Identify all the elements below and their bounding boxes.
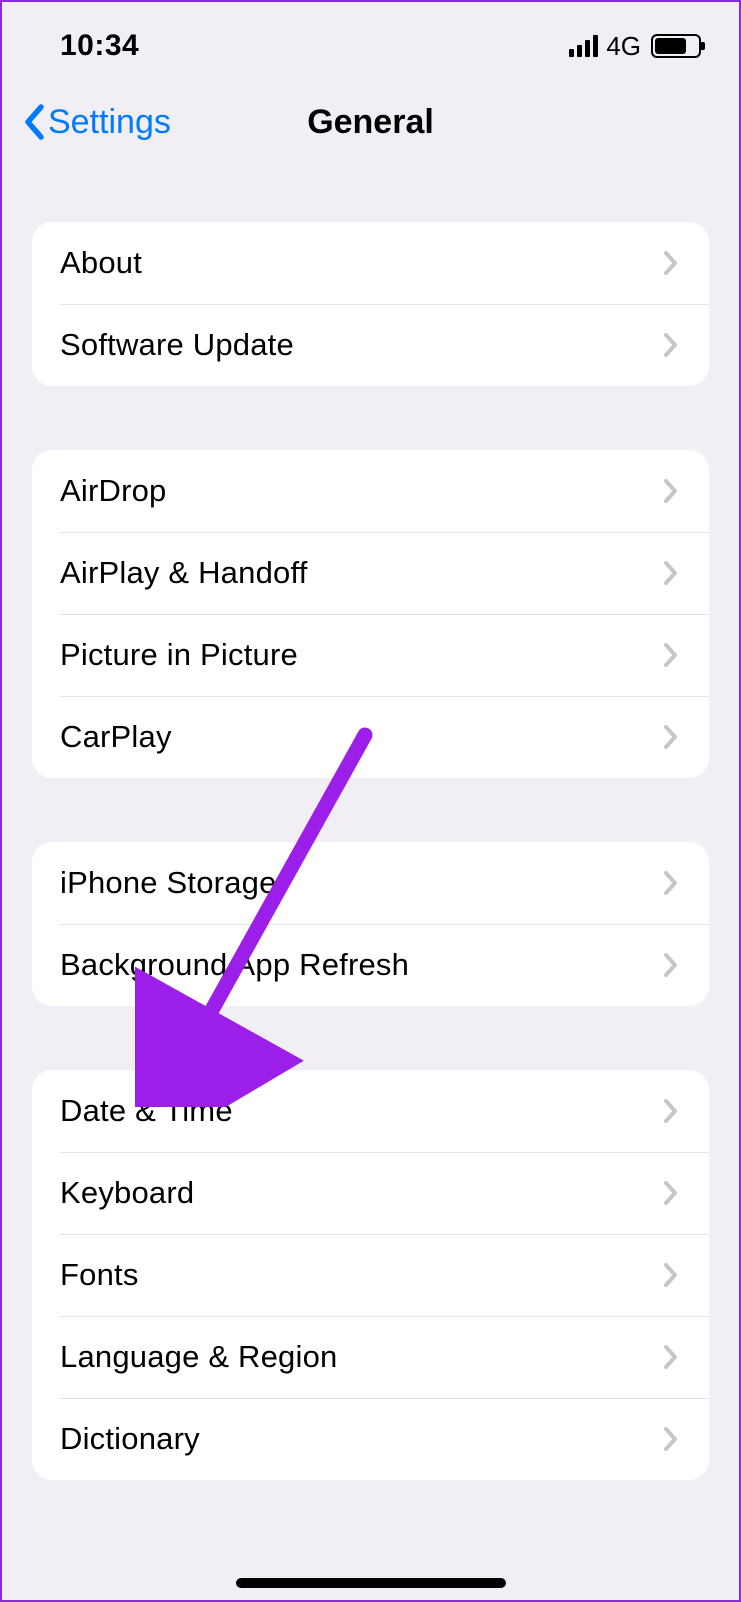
chevron-right-icon — [663, 952, 679, 978]
chevron-right-icon — [663, 478, 679, 504]
row-keyboard[interactable]: Keyboard — [32, 1152, 709, 1234]
row-label: Keyboard — [60, 1175, 194, 1211]
row-label: Dictionary — [60, 1421, 200, 1457]
battery-icon — [651, 34, 701, 58]
cellular-signal-icon — [569, 35, 598, 57]
settings-content: About Software Update AirDrop AirPlay & Han… — [2, 222, 739, 1480]
row-about[interactable]: About — [32, 222, 709, 304]
row-date-time[interactable]: Date & Time — [32, 1070, 709, 1152]
row-airdrop[interactable]: AirDrop — [32, 450, 709, 532]
row-label: iPhone Storage — [60, 865, 277, 901]
row-background-app-refresh[interactable]: Background App Refresh — [32, 924, 709, 1006]
chevron-right-icon — [663, 1180, 679, 1206]
chevron-right-icon — [663, 870, 679, 896]
status-indicators: 4G — [569, 31, 701, 62]
row-software-update[interactable]: Software Update — [32, 304, 709, 386]
row-label: Picture in Picture — [60, 637, 298, 673]
chevron-right-icon — [663, 560, 679, 586]
page-title: General — [307, 103, 434, 142]
row-label: Software Update — [60, 327, 294, 363]
row-label: Background App Refresh — [60, 947, 409, 983]
row-label: AirDrop — [60, 473, 166, 509]
chevron-right-icon — [663, 1098, 679, 1124]
row-label: About — [60, 245, 142, 281]
row-label: Language & Region — [60, 1339, 337, 1375]
status-bar: 10:34 4G — [2, 2, 739, 80]
chevron-left-icon — [22, 103, 46, 141]
row-label: AirPlay & Handoff — [60, 555, 308, 591]
chevron-right-icon — [663, 642, 679, 668]
chevron-right-icon — [663, 1262, 679, 1288]
status-time: 10:34 — [60, 29, 139, 63]
settings-group: AirDrop AirPlay & Handoff Picture in Pictu… — [32, 450, 709, 778]
row-label: Date & Time — [60, 1093, 233, 1129]
back-button[interactable]: Settings — [22, 103, 171, 142]
row-fonts[interactable]: Fonts — [32, 1234, 709, 1316]
row-airplay-handoff[interactable]: AirPlay & Handoff — [32, 532, 709, 614]
row-iphone-storage[interactable]: iPhone Storage — [32, 842, 709, 924]
settings-group: About Software Update — [32, 222, 709, 386]
chevron-right-icon — [663, 1344, 679, 1370]
row-label: Fonts — [60, 1257, 139, 1293]
row-language-region[interactable]: Language & Region — [32, 1316, 709, 1398]
row-dictionary[interactable]: Dictionary — [32, 1398, 709, 1480]
chevron-right-icon — [663, 332, 679, 358]
row-carplay[interactable]: CarPlay — [32, 696, 709, 778]
home-indicator — [236, 1578, 506, 1588]
settings-group: Date & Time Keyboard Fonts Language & Regio… — [32, 1070, 709, 1480]
back-button-label: Settings — [48, 103, 171, 142]
settings-group: iPhone Storage Background App Refresh — [32, 842, 709, 1006]
network-type-label: 4G — [606, 31, 641, 62]
row-picture-in-picture[interactable]: Picture in Picture — [32, 614, 709, 696]
row-label: CarPlay — [60, 719, 172, 755]
nav-header: Settings General — [2, 80, 739, 164]
chevron-right-icon — [663, 1426, 679, 1452]
chevron-right-icon — [663, 250, 679, 276]
chevron-right-icon — [663, 724, 679, 750]
